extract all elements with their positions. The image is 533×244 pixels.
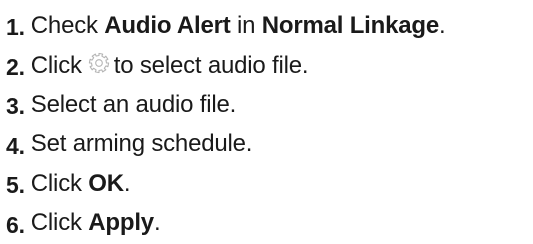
step-number: 5. [6, 172, 25, 199]
step-text: Click OK. [31, 170, 131, 198]
gear-icon [88, 52, 109, 73]
step-text-segment: in [230, 11, 262, 39]
step-text-segment: Set arming schedule. [30, 130, 253, 158]
step-item: 1. Check Audio Alert in Normal Linkage. [6, 6, 531, 46]
step-text-emphasis: Apply [88, 209, 154, 237]
step-text-segment: Check [30, 11, 105, 39]
instruction-steps: 1. Check Audio Alert in Normal Linkage. 2.… [6, 6, 531, 243]
step-number: 4. [6, 132, 25, 159]
step-text-segment: Click [30, 169, 89, 197]
step-text-segment: Select an audio file. [30, 90, 237, 118]
step-number: 2. [6, 53, 25, 80]
step-item: 6. Click Apply. [6, 204, 531, 244]
step-text-segment: . [439, 11, 446, 39]
step-number: 6. [6, 211, 25, 238]
step-text: Check Audio Alert in Normal Linkage. [31, 12, 446, 40]
step-number: 1. [6, 14, 25, 41]
step-text: Select an audio file. [31, 91, 236, 119]
step-text-segment: Click [30, 209, 89, 237]
step-text-segment: to select audio file. [113, 51, 309, 79]
step-item: 3. Select an audio file. [6, 85, 531, 125]
step-text-segment: Click [30, 51, 82, 79]
step-text-segment: . [153, 209, 161, 237]
step-text-emphasis: Normal Linkage [261, 11, 440, 39]
step-text-segment: . [123, 169, 131, 197]
step-item: 5. Click OK. [6, 164, 531, 204]
step-number: 3. [6, 93, 25, 120]
step-text: Set arming schedule. [30, 130, 253, 158]
step-item: 4. Set arming schedule. [6, 125, 531, 165]
step-text: Click to select audio file. [31, 51, 309, 80]
step-text-emphasis: Audio Alert [104, 11, 231, 39]
step-item: 2. Click to select audio file. [6, 46, 531, 86]
step-text-emphasis: OK [88, 169, 124, 197]
step-text: Click Apply. [31, 209, 161, 237]
